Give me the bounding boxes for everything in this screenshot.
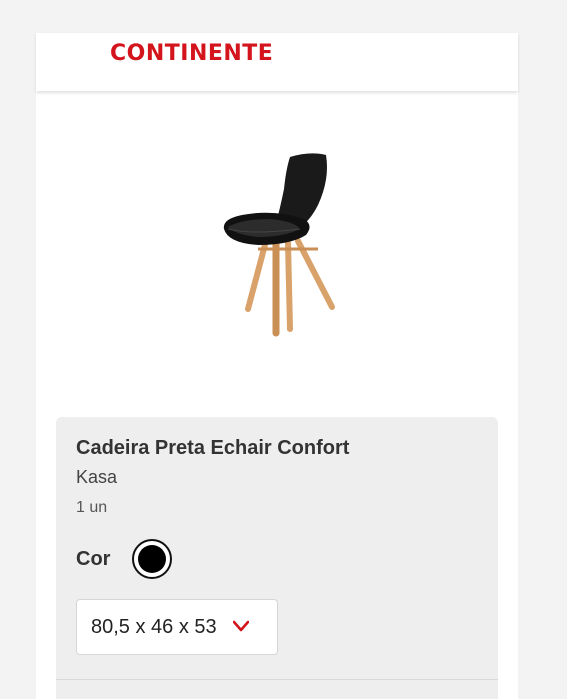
product-brand[interactable]: Kasa	[76, 467, 117, 488]
color-swatch-fill	[138, 545, 167, 573]
product-unit: 1 un	[76, 499, 108, 516]
size-select-value: 80,5 x 46 x 53	[91, 616, 217, 638]
size-select[interactable]: 80,5 x 46 x 53	[76, 599, 278, 655]
color-selector: Cor	[76, 537, 173, 581]
chevron-down-icon	[233, 620, 249, 632]
chair-image	[223, 153, 335, 337]
page: CONTINENTE Cadeira Preta Echair Confort …	[36, 33, 518, 699]
product-image-area	[36, 93, 518, 415]
color-swatch-black[interactable]	[132, 539, 173, 579]
divider	[56, 679, 498, 680]
product-info-panel: Cadeira Preta Echair Confort Kasa 1 un C…	[56, 417, 498, 699]
color-label: Cor	[76, 547, 111, 570]
product-title[interactable]: Cadeira Preta Echair Confort	[76, 437, 349, 460]
continente-logo[interactable]: CONTINENTE	[110, 41, 273, 67]
header: CONTINENTE	[36, 33, 518, 91]
